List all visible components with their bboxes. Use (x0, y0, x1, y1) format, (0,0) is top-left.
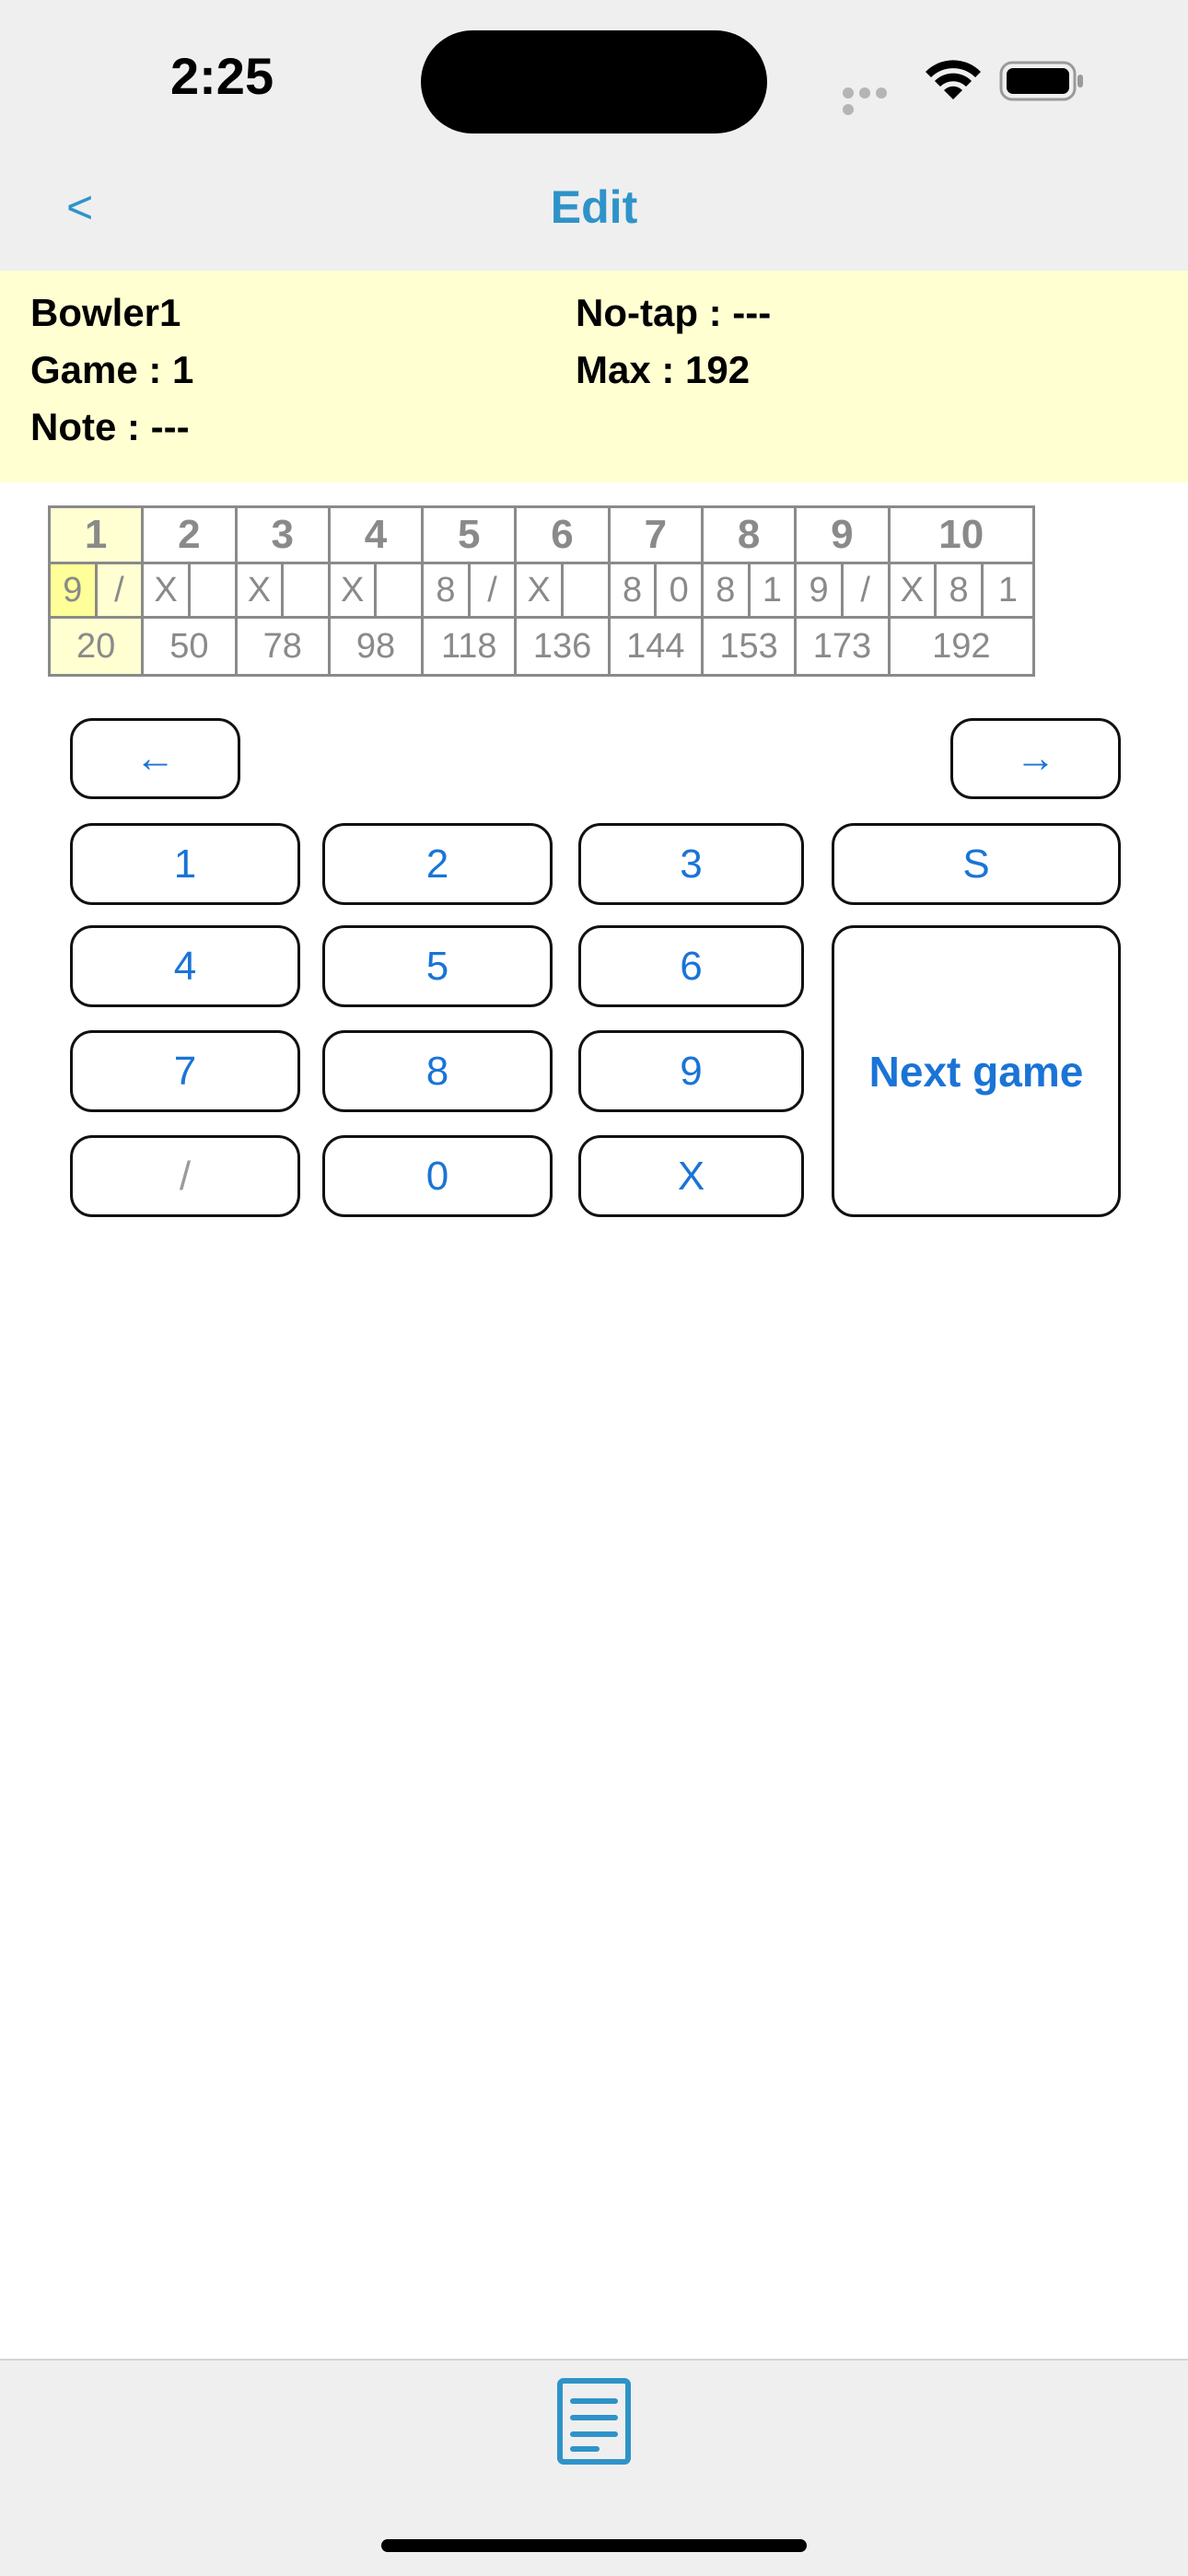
page-title: Edit (550, 181, 638, 233)
key-7[interactable]: 7 (70, 1030, 300, 1112)
key-strike[interactable]: X (578, 1135, 804, 1217)
key-9[interactable]: 9 (578, 1030, 804, 1112)
frame-total: 118 (421, 616, 518, 677)
frame-total: 153 (700, 616, 798, 677)
roll-cell[interactable]: X (141, 562, 191, 619)
score-sheet: 1 2 3 4 5 6 7 8 9 10 9 / X X X 8 / X 8 0… (47, 505, 1138, 677)
frame-header-row: 1 2 3 4 5 6 7 8 9 10 (47, 505, 1137, 564)
roll-cell[interactable]: / (840, 562, 891, 619)
roll-cell[interactable]: X (327, 562, 378, 619)
frame-number[interactable]: 8 (700, 505, 798, 564)
roll-cell[interactable]: 1 (747, 562, 798, 619)
signal-icon (843, 87, 907, 115)
roll-cell[interactable]: / (467, 562, 518, 619)
key-spare[interactable]: / (70, 1135, 300, 1217)
key-split[interactable]: S (832, 823, 1121, 905)
roll-cell[interactable]: X (887, 562, 938, 619)
roll-cell[interactable]: 8 (700, 562, 751, 619)
frame-total: 192 (887, 616, 1036, 677)
totals-row: 20 50 78 98 118 136 144 153 173 192 (47, 616, 1137, 677)
frame-total: 136 (514, 616, 611, 677)
frame-total: 78 (234, 616, 331, 677)
roll-cell[interactable] (281, 562, 331, 619)
frame-number[interactable]: 4 (327, 505, 425, 564)
rolls-row: 9 / X X X 8 / X 8 0 8 1 9 / X 8 1 (48, 562, 1137, 619)
key-4[interactable]: 4 (70, 925, 300, 1007)
game-info-panel: Bowler1 Game : 1 Note : --- No-tap : ---… (0, 271, 1188, 482)
home-indicator[interactable] (381, 2539, 807, 2552)
key-2[interactable]: 2 (322, 823, 553, 905)
no-tap-setting: No-tap : --- (576, 291, 772, 334)
roll-cell-selected[interactable]: 9 (48, 562, 98, 619)
roll-cell[interactable]: X (234, 562, 285, 619)
dynamic-island (421, 30, 767, 133)
roll-cell[interactable]: X (514, 562, 565, 619)
roll-cell[interactable]: 8 (607, 562, 658, 619)
roll-cell[interactable]: 9 (794, 562, 844, 619)
status-time: 2:25 (170, 47, 274, 105)
roll-cell[interactable]: 8 (421, 562, 471, 619)
frame-number[interactable]: 7 (607, 505, 704, 564)
roll-cell[interactable]: 0 (654, 562, 704, 619)
roll-cell[interactable] (374, 562, 425, 619)
roll-cell[interactable]: / (94, 562, 145, 619)
max-score: Max : 192 (576, 348, 751, 391)
roll-cell[interactable]: 1 (980, 562, 1036, 619)
key-0[interactable]: 0 (322, 1135, 553, 1217)
status-bar: 2:25 (0, 0, 1188, 157)
game-note: Note : --- (30, 405, 190, 448)
document-lines-icon[interactable] (556, 2377, 632, 2466)
frame-total: 173 (794, 616, 891, 677)
frame-number[interactable]: 10 (887, 505, 1036, 564)
roll-cell[interactable] (561, 562, 611, 619)
frame-total: 98 (327, 616, 425, 677)
roll-cell[interactable] (187, 562, 238, 619)
key-8[interactable]: 8 (322, 1030, 553, 1112)
frame-number[interactable]: 2 (141, 505, 238, 564)
frame-total: 20 (47, 616, 145, 677)
frame-number[interactable]: 5 (421, 505, 518, 564)
previous-roll-button[interactable]: ← (70, 718, 240, 799)
next-roll-button[interactable]: → (950, 718, 1121, 799)
frame-total: 50 (141, 616, 238, 677)
frame-number[interactable]: 3 (234, 505, 331, 564)
wifi-icon (926, 60, 981, 99)
battery-icon (999, 61, 1083, 101)
game-number: Game : 1 (30, 348, 194, 391)
frame-number[interactable]: 6 (514, 505, 611, 564)
key-3[interactable]: 3 (578, 823, 804, 905)
key-6[interactable]: 6 (578, 925, 804, 1007)
frame-total: 144 (607, 616, 704, 677)
bowler-name: Bowler1 (30, 291, 181, 334)
roll-cell[interactable]: 8 (934, 562, 984, 619)
frame-number[interactable]: 1 (47, 505, 145, 564)
next-game-button[interactable]: Next game (832, 925, 1121, 1217)
nav-bar: < Edit (0, 157, 1188, 273)
frame-number[interactable]: 9 (794, 505, 891, 564)
key-5[interactable]: 5 (322, 925, 553, 1007)
key-1[interactable]: 1 (70, 823, 300, 905)
